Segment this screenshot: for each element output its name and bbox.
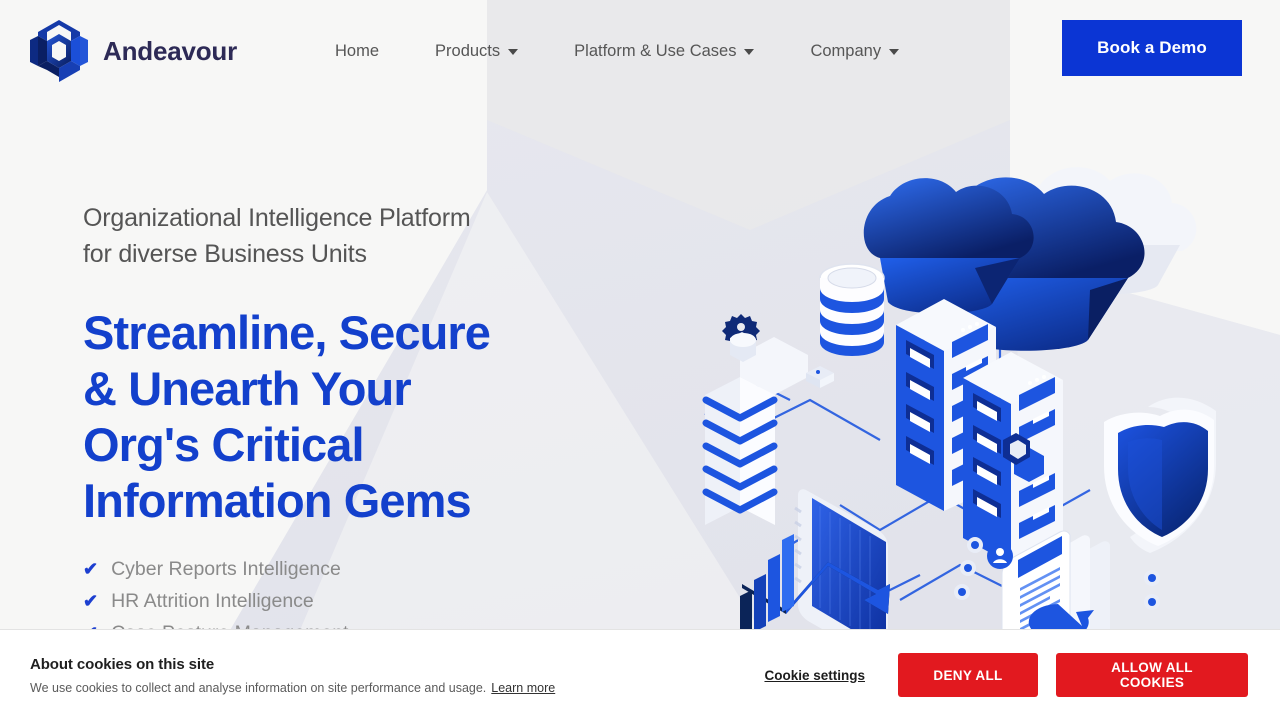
list-item: ✔ Cyber Reports Intelligence: [83, 553, 703, 585]
cookie-consent-banner: About cookies on this site We use cookie…: [0, 629, 1280, 720]
feature-label: Cyber Reports Intelligence: [111, 558, 341, 580]
hero-headline: Streamline, Secure & Unearth Your Org's …: [83, 305, 703, 529]
nav-item-company[interactable]: Company: [782, 36, 927, 67]
chevron-down-icon: [508, 49, 519, 55]
nav-item-platform-use-cases[interactable]: Platform & Use Cases: [546, 36, 782, 67]
cookie-banner-text: About cookies on this site We use cookie…: [30, 656, 555, 695]
book-a-demo-button[interactable]: Book a Demo: [1062, 20, 1242, 76]
nav-item-label: Products: [435, 41, 501, 60]
check-icon: ✔: [83, 559, 99, 579]
cookie-banner-description: We use cookies to collect and analyse in…: [30, 681, 555, 695]
brand-name: Andeavour: [103, 35, 238, 66]
cookie-description-text: We use cookies to collect and analyse in…: [30, 680, 487, 695]
feature-label: HR Attrition Intelligence: [111, 590, 314, 612]
nav-item-home[interactable]: Home: [307, 36, 407, 67]
hero-headline-line-1: Streamline, Secure: [83, 306, 491, 359]
cookie-banner-title: About cookies on this site: [30, 655, 215, 673]
brand-logo[interactable]: Andeavour: [28, 18, 237, 84]
hero-eyebrow-line-2: for diverse Business Units: [83, 240, 367, 268]
cookie-banner-actions: Cookie settings DENY ALL ALLOW ALL COOKI…: [764, 653, 1248, 697]
cookie-settings-link[interactable]: Cookie settings: [764, 668, 865, 683]
list-item: ✔ HR Attrition Intelligence: [83, 585, 703, 617]
allow-all-cookies-button[interactable]: ALLOW ALL COOKIES: [1056, 653, 1248, 697]
server-rack-icon-2: [963, 352, 1063, 564]
hero-headline-line-2: & Unearth Your: [83, 362, 412, 415]
hero-eyebrow: Organizational Intelligence Platform for…: [83, 200, 703, 272]
learn-more-link[interactable]: Learn more: [491, 681, 555, 695]
check-icon: ✔: [83, 591, 99, 611]
chevron-down-icon: [889, 49, 900, 55]
nav-item-label: Platform & Use Cases: [574, 41, 737, 60]
database-cylinder-icon: [819, 263, 885, 356]
hero-eyebrow-line-1: Organizational Intelligence Platform: [83, 204, 471, 232]
hero-headline-line-3: Org's Critical: [83, 418, 365, 471]
nav-item-products[interactable]: Products: [407, 36, 546, 67]
main-navigation: Home Products Platform & Use Cases Compa…: [307, 36, 927, 67]
shield-icon: [1104, 397, 1216, 553]
chevron-down-icon: [744, 49, 755, 55]
hero-headline-line-4: Information Gems: [83, 474, 472, 527]
hero-section: Organizational Intelligence Platform for…: [83, 200, 703, 649]
hex-cube-logo-icon: [30, 20, 88, 82]
chevron-stack-icon: [702, 332, 808, 525]
site-header: Andeavour Home Products Platform & Use C…: [0, 0, 1280, 102]
nav-item-label: Home: [335, 41, 380, 60]
deny-all-button[interactable]: DENY ALL: [898, 653, 1038, 697]
nav-item-label: Company: [810, 41, 882, 60]
network-node-icon: [806, 366, 834, 388]
